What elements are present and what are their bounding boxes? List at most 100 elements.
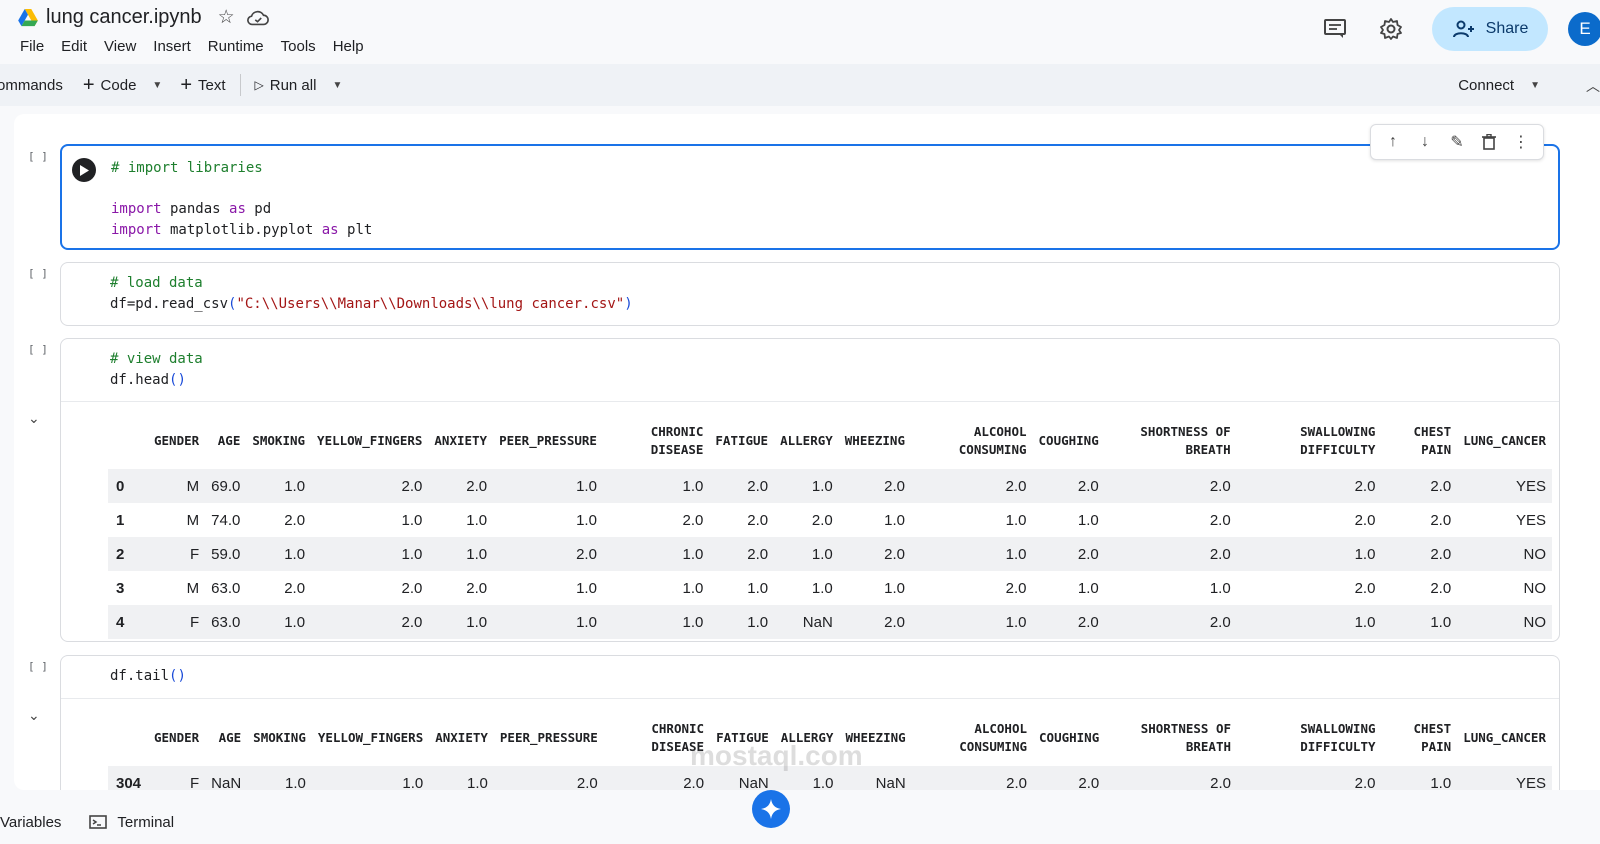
- menu-tools[interactable]: Tools: [281, 38, 325, 55]
- table-cell: 2.0: [838, 537, 911, 571]
- table-cell: M: [148, 469, 206, 503]
- run-cell-button[interactable]: [72, 158, 96, 182]
- row-index: 2: [108, 537, 148, 571]
- cell-code[interactable]: df.tail(): [110, 666, 186, 687]
- menu-file[interactable]: File: [20, 38, 53, 55]
- table-row: 4 F 63.0 1.0 2.0 1.0 1.0 1.0 1.0 NaN 2.0 1.0 2.0 2.0 1…: [108, 605, 1552, 639]
- connect-label: Connect: [1458, 76, 1515, 94]
- code-line: df.tail(): [110, 668, 186, 684]
- variables-button[interactable]: Variables: [0, 814, 61, 831]
- commands-button[interactable]: ommands: [0, 77, 63, 94]
- cloud-saved-icon[interactable]: [246, 9, 269, 27]
- notebook-title[interactable]: lung cancer.ipynb: [46, 6, 202, 29]
- table-cell: 1.0: [602, 605, 710, 639]
- add-code-button[interactable]: + Code: [83, 74, 137, 97]
- table-cell: 2.0: [1237, 766, 1382, 790]
- column-header: ANXIETY: [434, 433, 488, 448]
- column-header: SWALLOWING DIFFICULTY: [1300, 721, 1376, 754]
- arrow-up-icon[interactable]: ↑: [1382, 131, 1404, 153]
- edit-pen-icon[interactable]: ✎: [1446, 131, 1468, 153]
- column-header: SMOKING: [252, 433, 306, 448]
- share-label: Share: [1485, 20, 1529, 37]
- run-all-dropdown-icon[interactable]: ▼: [332, 80, 342, 91]
- column-header: LUNG_CANCER: [1463, 433, 1546, 448]
- table-cell: YES: [1457, 766, 1552, 790]
- table-cell: 2.0: [1005, 579, 1027, 597]
- connect-dropdown-icon[interactable]: ▼: [1530, 80, 1540, 91]
- table-cell: 2.0: [811, 511, 833, 529]
- notebook-area[interactable]: [ ] # import libraries import pandas as …: [14, 114, 1600, 790]
- cell-code[interactable]: # load data df=pd.read_csv("C:\\Users\\M…: [110, 273, 633, 314]
- code-cell[interactable]: # load data df=pd.read_csv("C:\\Users\\M…: [60, 262, 1560, 326]
- code-dropdown-icon[interactable]: ▼: [152, 80, 162, 91]
- trash-icon[interactable]: [1478, 131, 1500, 153]
- gear-icon[interactable]: [1376, 14, 1406, 44]
- collapse-header-icon[interactable]: ︿: [1586, 76, 1600, 96]
- table-row: 1 M 74.0 2.0 1.0 1.0 1.0 2.0 2.0 2.0 1.0 1.0 1.0 2.0 2…: [108, 503, 1552, 537]
- table-cell: 1.0: [682, 579, 704, 597]
- share-button[interactable]: Share: [1432, 7, 1548, 51]
- table-cell: 2.0: [709, 469, 775, 503]
- run-all-button[interactable]: ▷ Run all: [255, 77, 317, 94]
- table-cell: 1.0: [911, 537, 1033, 571]
- comment-icon[interactable]: [1320, 14, 1350, 44]
- column-header: SHORTNESS OF BREATH: [1140, 424, 1231, 457]
- table-cell: 1.0: [1381, 605, 1458, 639]
- table-cell: 2.0: [838, 605, 911, 639]
- cell-code[interactable]: # import libraries import pandas as pd i…: [111, 158, 372, 240]
- table-cell: 2.0: [1104, 605, 1237, 639]
- table-cell: 1.0: [1236, 537, 1382, 571]
- add-text-button[interactable]: + Text: [180, 74, 225, 97]
- table-cell: 1.0: [774, 537, 839, 571]
- connect-button[interactable]: Connect ▼: [1458, 64, 1540, 106]
- menu-runtime[interactable]: Runtime: [208, 38, 273, 55]
- table-cell: 1.0: [1077, 579, 1099, 597]
- menu-edit[interactable]: Edit: [61, 38, 96, 55]
- column-header: LUNG_CANCER: [1463, 730, 1546, 745]
- column-header: COUGHING: [1039, 730, 1100, 745]
- table-cell: 2.0: [747, 511, 769, 529]
- table-cell: 1.0: [311, 537, 429, 571]
- code-cell[interactable]: # view data df.head() GENDER AGE SMOKING YE…: [60, 338, 1560, 642]
- cell-execution-count: [ ]: [28, 660, 48, 673]
- gemini-button[interactable]: [752, 790, 790, 828]
- index-header: [108, 710, 148, 766]
- table-cell: YES: [1457, 469, 1552, 503]
- table-cell: NaN: [710, 766, 775, 790]
- column-header: SWALLOWING DIFFICULTY: [1300, 424, 1376, 457]
- terminal-button[interactable]: Terminal: [89, 814, 174, 831]
- table-cell: 2.0: [284, 511, 306, 529]
- table-cell: 63.0: [211, 579, 241, 597]
- plus-icon: +: [180, 73, 192, 96]
- code-cell[interactable]: df.tail() GENDER AGE SMOKING YELLOW_FINGERS…: [60, 655, 1560, 790]
- toolbar-divider: [239, 74, 241, 96]
- cell-code[interactable]: # view data df.head(): [110, 349, 203, 390]
- column-header: CHRONIC DISEASE: [650, 424, 704, 457]
- table-cell: 1.0: [774, 766, 840, 790]
- arrow-down-icon[interactable]: ↓: [1414, 131, 1436, 153]
- collapse-output-icon[interactable]: ⌄: [28, 707, 40, 724]
- code-line: import pandas as pd: [111, 201, 272, 217]
- column-header: AGE: [217, 433, 241, 448]
- table-cell: 2.0: [1104, 469, 1237, 503]
- plus-icon: +: [82, 73, 95, 96]
- table-cell: 2.0: [1032, 469, 1105, 503]
- more-vert-icon[interactable]: ⋮: [1510, 131, 1532, 153]
- menu-insert[interactable]: Insert: [153, 38, 200, 55]
- menu-view[interactable]: View: [104, 38, 145, 55]
- table-cell: 2.0: [493, 766, 604, 790]
- table-cell: 2.0: [1430, 511, 1452, 529]
- row-index: 0: [108, 469, 148, 503]
- row-index: 304: [108, 766, 148, 790]
- star-icon[interactable]: ☆: [218, 6, 235, 29]
- code-cell[interactable]: # import libraries import pandas as pd i…: [60, 144, 1560, 250]
- avatar[interactable]: E: [1568, 12, 1600, 46]
- column-header: YELLOW_FINGERS: [317, 433, 423, 448]
- collapse-output-icon[interactable]: ⌄: [28, 410, 40, 427]
- title-row: lung cancer.ipynb ☆: [18, 6, 269, 29]
- table-cell: 2.0: [1354, 511, 1376, 529]
- menu-help[interactable]: Help: [333, 38, 373, 55]
- table-cell: NO: [1457, 605, 1552, 639]
- table-cell: YES: [1515, 511, 1546, 529]
- table-cell: 1.0: [811, 579, 833, 597]
